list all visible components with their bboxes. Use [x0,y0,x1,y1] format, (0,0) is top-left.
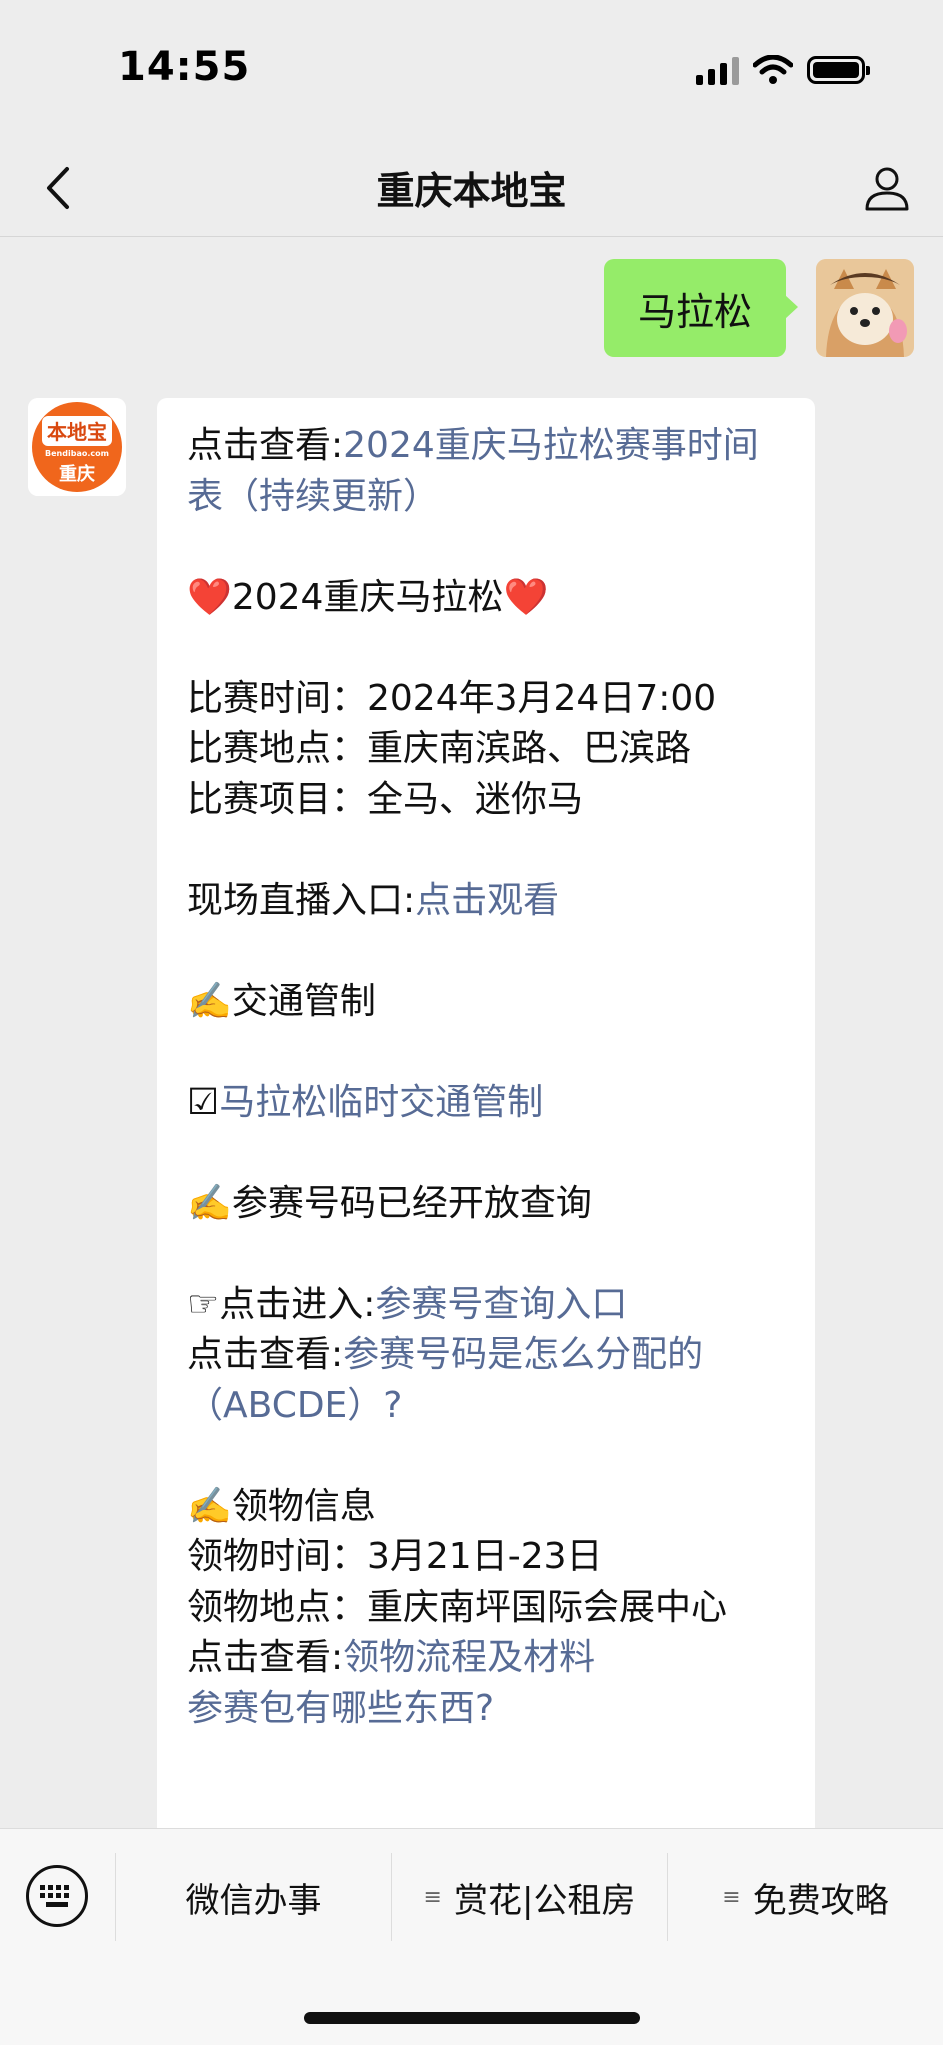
submenu-icon: ≡ [722,1884,741,1910]
official-account-avatar[interactable]: 本地宝 Bendibao.com 重庆 [28,398,126,496]
bib-query-link[interactable]: 参赛号查询入口 [375,1284,627,1325]
svg-text:重庆: 重庆 [59,463,95,485]
keyboard-toggle-button[interactable] [26,1865,88,1927]
battery-icon [807,56,870,84]
writing-hand-icon: ✍️ [187,1485,232,1527]
sent-message-text: 马拉松 [637,289,752,334]
bib-alloc-line: 点击查看:参赛号码是怎么分配的（ABCDE）? [187,1334,704,1426]
sent-message-bubble[interactable]: 马拉松 [603,259,799,357]
menu-item-flowers-housing[interactable]: ≡ 赏花|公租房 [392,1849,667,1945]
bib-heading: ✍️参赛号码已经开放查询 [187,1182,592,1224]
traffic-control-line: ☑马拉松临时交通管制 [187,1078,785,1129]
message-body: 点击查看:2024重庆马拉松赛事时间表（持续更新） ❤️2024重庆马拉松❤️ … [187,421,785,1734]
wifi-icon [753,55,793,84]
nav-bar: 重庆本地宝 [0,140,943,237]
received-message-bubble: 点击查看:2024重庆马拉松赛事时间表（持续更新） ❤️2024重庆马拉松❤️ … [157,398,815,1838]
bib-entry-line: ☞点击进入:参赛号查询入口 [187,1283,628,1325]
pickup-heading: ✍️领物信息 [187,1485,376,1527]
pickup-time: 领物时间：3月21日-23日 [187,1536,603,1577]
pack-line: 参赛包有哪些东西? [187,1684,785,1735]
live-stream-link[interactable]: 点击观看 [415,880,559,921]
pickup-place: 领物地点：重庆南坪国际会展中心 [187,1586,728,1628]
marathon-heading: ❤️2024重庆马拉松❤️ [187,576,549,618]
user-avatar[interactable] [816,259,914,357]
menu-item-wechat-services[interactable]: 微信办事 [116,1849,391,1945]
menu-item-free-guides[interactable]: ≡ 免费攻略 [668,1849,943,1945]
checkbox-icon: ☑ [187,1081,220,1123]
keyboard-icon [40,1885,69,1907]
status-bar: 14:55 [0,0,943,140]
person-icon [865,167,909,211]
submenu-icon: ≡ [423,1884,442,1910]
writing-hand-icon: ✍️ [187,1182,232,1224]
bendibao-logo-icon: 本地宝 Bendibao.com 重庆 [28,398,126,496]
profile-button[interactable] [855,156,919,220]
home-indicator[interactable] [304,2012,640,2024]
pickup-flow-line: 点击查看:领物流程及材料 [187,1637,596,1678]
schedule-line: 点击查看:2024重庆马拉松赛事时间表（持续更新） [187,425,759,517]
pointing-hand-icon: ☞ [187,1283,220,1325]
traffic-control-link[interactable]: 马拉松临时交通管制 [219,1082,543,1123]
writing-hand-icon: ✍️ [187,980,232,1022]
svg-text:Bendibao.com: Bendibao.com [45,449,109,458]
status-icons [696,52,870,88]
race-items: 比赛项目：全马、迷你马 [187,778,584,820]
page-title: 重庆本地宝 [376,169,567,213]
status-time: 14:55 [118,44,251,90]
traffic-heading: ✍️交通管制 [187,980,376,1022]
cellular-signal-icon [696,55,739,85]
live-stream-line: 现场直播入口:点击观看 [187,879,560,921]
shiba-dog-avatar-icon [816,259,914,357]
race-time: 比赛时间：2024年3月24日7:00 [187,677,717,719]
race-place: 比赛地点：重庆南滨路、巴滨路 [187,728,692,769]
heart-icon: ❤️ [187,576,232,618]
pickup-flow-link[interactable]: 领物流程及材料 [343,1637,595,1678]
heart-icon: ❤️ [503,576,549,618]
svg-text:本地宝: 本地宝 [47,420,107,444]
race-pack-link[interactable]: 参赛包有哪些东西? [187,1688,494,1729]
